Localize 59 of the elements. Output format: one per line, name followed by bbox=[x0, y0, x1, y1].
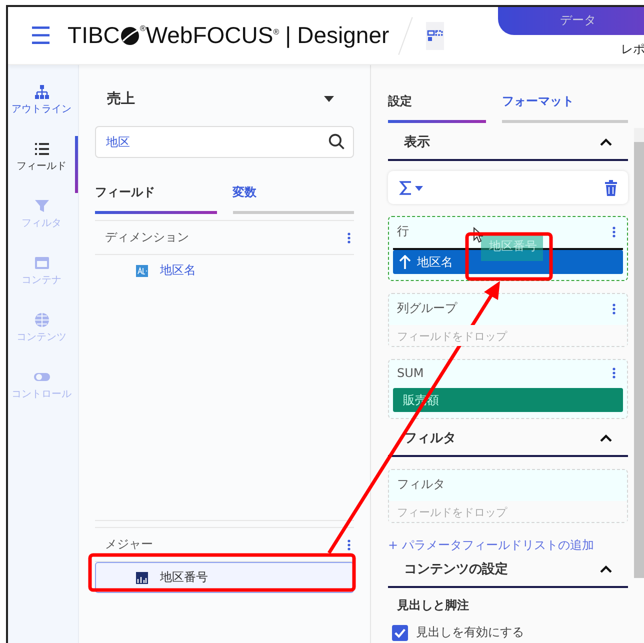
section-title: コンテンツの設定 bbox=[404, 560, 508, 578]
brand-text: TIBC bbox=[68, 22, 120, 49]
add-parameter-link[interactable]: + パラメータフィールドリストの追加 bbox=[388, 537, 594, 554]
drop-placeholder: フィールドをドロップ bbox=[389, 325, 627, 346]
divider-text: | bbox=[285, 22, 292, 49]
more-icon[interactable] bbox=[612, 302, 616, 314]
panel-tab[interactable]: フォーマット bbox=[502, 87, 628, 123]
more-icon[interactable] bbox=[612, 367, 616, 379]
panel-tab[interactable]: 設定 bbox=[388, 87, 486, 123]
data-source-name: 売上 bbox=[107, 90, 135, 108]
drop-zone[interactable]: 列グループ フィールドをドロップ bbox=[388, 293, 628, 347]
window-icon bbox=[34, 255, 50, 271]
sidebar-item[interactable]: アウトライン bbox=[8, 79, 78, 136]
cursor-icon bbox=[473, 227, 483, 243]
zone-title: 列グループ bbox=[397, 300, 457, 317]
menu-icon[interactable]: ☰ bbox=[30, 24, 52, 48]
panel-tab[interactable]: 変数 bbox=[232, 178, 354, 214]
zone-title: 行 bbox=[397, 223, 409, 240]
top-tab[interactable]: データ bbox=[498, 7, 644, 35]
search-field[interactable]: 地区 bbox=[95, 126, 354, 158]
collapse-icon[interactable] bbox=[600, 565, 612, 573]
product-name: Designer bbox=[297, 22, 390, 49]
caret-icon[interactable] bbox=[324, 96, 334, 102]
search-icon[interactable] bbox=[328, 133, 346, 151]
panel-tab[interactable]: フィールド bbox=[95, 178, 216, 214]
drop-zone[interactable]: フィルタ フィールドをドロップ bbox=[388, 469, 628, 523]
list-icon bbox=[34, 141, 50, 157]
layout-icon[interactable] bbox=[426, 22, 444, 50]
hierarchy-icon bbox=[34, 84, 50, 100]
funnel-icon bbox=[34, 198, 50, 214]
field-item[interactable]: 地区名 bbox=[95, 255, 354, 286]
text-type-icon bbox=[136, 264, 148, 276]
zone-title: SUM bbox=[397, 366, 424, 380]
brand-text: WebFOCUS$^{®}$ bbox=[146, 22, 280, 49]
collapse-icon[interactable] bbox=[600, 138, 612, 146]
checkbox[interactable] bbox=[392, 624, 408, 640]
registered-mark: ® bbox=[140, 24, 146, 33]
arrow-up-icon[interactable] bbox=[399, 255, 411, 269]
section-title: フィルタ bbox=[404, 430, 456, 447]
bar-chart-icon bbox=[136, 572, 148, 584]
group-title: ディメンション bbox=[105, 229, 189, 246]
field-item[interactable]: 地区番号 bbox=[95, 562, 354, 593]
group-title: メジャー bbox=[105, 536, 153, 553]
drop-placeholder: フィールドをドロップ bbox=[389, 501, 627, 522]
more-icon[interactable] bbox=[347, 538, 351, 550]
globe-icon bbox=[34, 312, 50, 328]
delete-icon[interactable] bbox=[604, 180, 618, 196]
logo-icon bbox=[120, 26, 140, 46]
sum-icon[interactable] bbox=[398, 180, 426, 196]
more-icon[interactable] bbox=[347, 232, 351, 244]
more-icon[interactable] bbox=[612, 226, 616, 238]
collapse-icon[interactable] bbox=[600, 434, 612, 442]
checkbox-label: 見出しを有効にする bbox=[416, 624, 524, 641]
field-pill[interactable]: 地区名 bbox=[393, 250, 623, 274]
top-tab[interactable]: レポ bbox=[621, 41, 644, 58]
scrollbar[interactable] bbox=[634, 128, 644, 578]
section-title: 表示 bbox=[404, 134, 430, 151]
zone-title: フィルタ bbox=[397, 476, 445, 493]
subsection-title: 見出しと脚注 bbox=[396, 597, 470, 614]
